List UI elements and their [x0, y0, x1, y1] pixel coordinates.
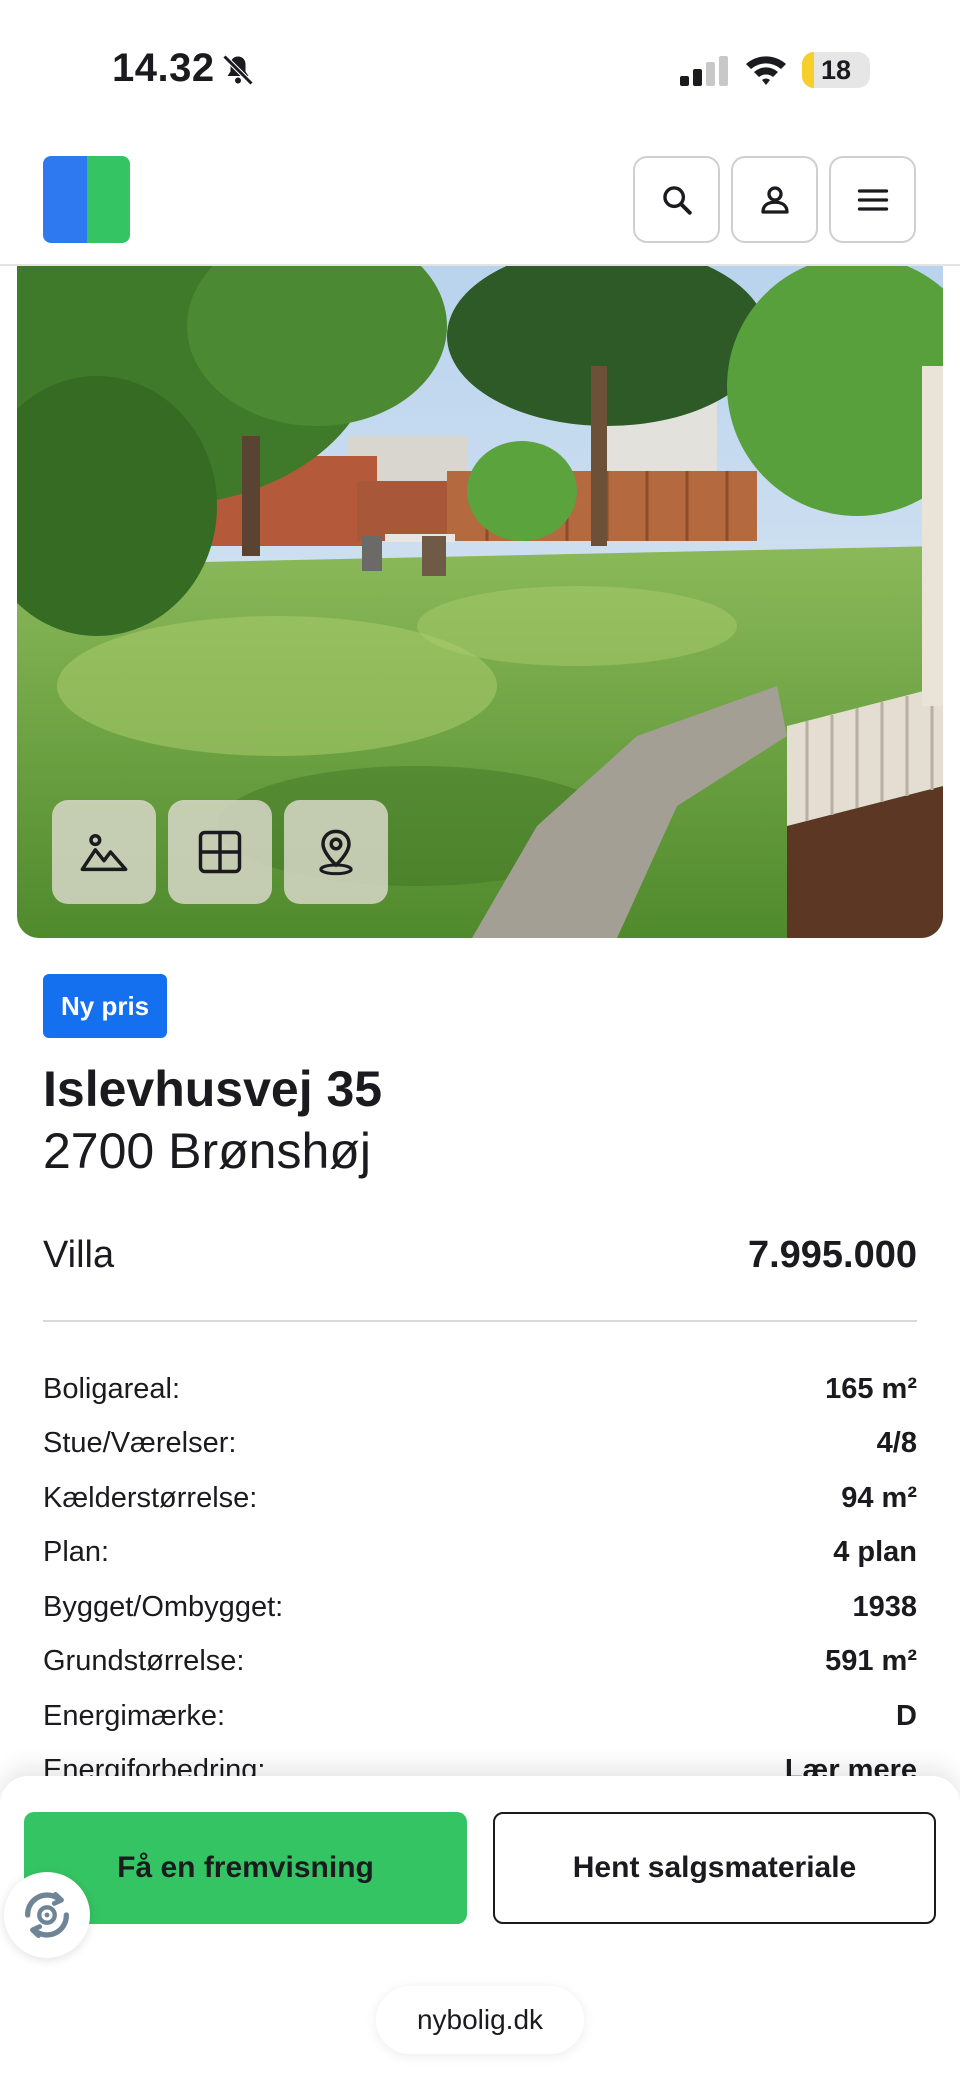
logo-blue-half [43, 156, 87, 243]
fact-label: Bygget/Ombygget: [43, 1590, 284, 1623]
battery-level: 18 [820, 55, 852, 85]
floating-widget-button[interactable] [4, 1872, 90, 1958]
fact-value: 1938 [852, 1590, 917, 1623]
fact-label: Grundstørrelse: [43, 1645, 245, 1678]
listing-city: 2700 Brønshøj [43, 1123, 371, 1179]
fact-label: Boligareal: [43, 1372, 181, 1405]
fact-label: Plan: [43, 1536, 110, 1569]
user-icon [760, 185, 789, 214]
fact-row: Bygget/Ombygget: 1938 [43, 1580, 917, 1635]
property-photo[interactable] [17, 266, 943, 938]
fact-row: Grundstørrelse: 591 m² [43, 1635, 917, 1690]
search-button[interactable] [633, 156, 720, 243]
fact-row: Boligareal: 165 m² [43, 1362, 917, 1417]
floorplan-button[interactable] [168, 800, 272, 904]
listing-price: 7.995.000 [747, 1234, 917, 1276]
fact-value: 165 m² [825, 1372, 917, 1405]
fact-row: Kælderstørrelse: 94 m² [43, 1471, 917, 1526]
photos-button[interactable] [52, 800, 156, 904]
fact-value: 4/8 [876, 1427, 917, 1460]
signal-icon [680, 56, 728, 86]
book-viewing-button[interactable]: Få en fremvisning [24, 1812, 467, 1924]
site-logo[interactable] [43, 156, 130, 243]
get-sales-material-button[interactable]: Hent salgsmateriale [493, 1812, 936, 1924]
listing-street: Islevhusvej 35 [43, 1061, 383, 1117]
bell-off-icon [222, 54, 254, 86]
browser-url-bar[interactable]: nybolig.dk [376, 1986, 584, 2054]
fact-label: Kælderstørrelse: [43, 1481, 258, 1514]
new-price-badge: Ny pris [43, 974, 168, 1038]
status-time: 14.32 [112, 46, 215, 90]
map-pin-icon [319, 829, 353, 876]
fact-label: Energimærke: [43, 1699, 226, 1732]
settings-cycle-icon [25, 1892, 69, 1938]
menu-icon [857, 188, 888, 211]
fact-value: 4 plan [833, 1536, 917, 1569]
fact-row: Plan: 4 plan [43, 1526, 917, 1581]
property-facts: Boligareal: 165 m² Stue/Værelser: 4/8 Kæ… [43, 1362, 917, 1798]
floorplan-icon [198, 830, 242, 874]
property-type: Villa [43, 1234, 115, 1276]
status-bar: 14.32 18 [0, 0, 960, 140]
divider [43, 1320, 917, 1322]
site-header [0, 140, 960, 266]
menu-button[interactable] [829, 156, 916, 243]
fact-row: Stue/Værelser: 4/8 [43, 1417, 917, 1472]
map-button[interactable] [284, 800, 388, 904]
image-icon [80, 834, 128, 872]
wifi-icon [746, 56, 786, 85]
fact-value: 591 m² [825, 1645, 917, 1678]
fact-label: Stue/Værelser: [43, 1427, 237, 1460]
search-icon [662, 185, 692, 215]
fact-row: Energimærke: D [43, 1689, 917, 1744]
account-button[interactable] [731, 156, 818, 243]
logo-green-half [86, 156, 130, 243]
bottom-action-bar: Få en fremvisning Hent salgsmateriale ny… [0, 1776, 960, 2086]
fact-value: 94 m² [841, 1481, 917, 1514]
fact-value: D [896, 1699, 917, 1732]
battery-icon: 18 [802, 52, 870, 88]
